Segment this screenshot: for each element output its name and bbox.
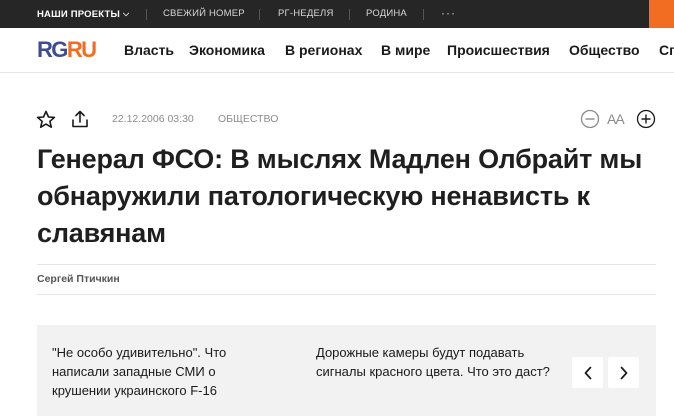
nav-item-incidents[interactable]: Происшествия <box>447 28 550 73</box>
chevron-left-icon <box>584 366 591 379</box>
separator <box>349 9 350 20</box>
nav-item-economy[interactable]: Экономика <box>189 28 265 73</box>
carousel-prev-button[interactable] <box>572 357 603 388</box>
related-news-carousel: "Не особо удивительно". Что написали зап… <box>37 325 656 416</box>
minus-circle-icon[interactable] <box>580 109 600 129</box>
subscribe-button[interactable] <box>649 0 674 28</box>
link-rodina[interactable]: РОДИНА <box>366 0 407 28</box>
top-bar: НАШИ ПРОЕКТЫ ⌵ СВЕЖИЙ НОМЕР РГ-НЕДЕЛЯ РОД… <box>0 0 674 28</box>
chevron-down-icon: ⌵ <box>123 9 130 18</box>
author-link[interactable]: Сергей Птичкин <box>37 273 120 285</box>
chevron-right-icon <box>620 366 627 379</box>
rubric-link[interactable]: ОБЩЕСТВО <box>218 104 278 134</box>
projects-menu[interactable]: НАШИ ПРОЕКТЫ ⌵ <box>37 0 129 28</box>
separator <box>259 9 260 20</box>
font-size-label: AA <box>607 111 625 127</box>
nav-item-regions[interactable]: В регионах <box>285 28 362 73</box>
projects-label: НАШИ ПРОЕКТЫ <box>37 9 121 20</box>
separator <box>423 9 424 20</box>
plus-circle-icon[interactable] <box>636 109 656 129</box>
share-icon[interactable] <box>70 109 90 129</box>
main-nav: RGRU Власть Экономика В регионах В мире … <box>0 28 674 73</box>
nav-item-power[interactable]: Власть <box>124 28 174 73</box>
more-projects-icon[interactable]: ··· <box>441 0 456 28</box>
nav-item-world[interactable]: В мире <box>381 28 430 73</box>
link-fresh-issue[interactable]: СВЕЖИЙ НОМЕР <box>163 0 245 28</box>
related-news-item[interactable]: Дорожные камеры будут подавать сигналы к… <box>316 343 556 381</box>
separator <box>146 9 147 20</box>
related-news-item[interactable]: "Не особо удивительно". Что написали зап… <box>52 343 267 400</box>
publish-date: 22.12.2006 03:30 <box>112 113 194 125</box>
nav-item-society[interactable]: Общество <box>569 28 640 73</box>
article-toolbar: 22.12.2006 03:30 ОБЩЕСТВО AA <box>0 104 674 134</box>
carousel-next-button[interactable] <box>608 357 639 388</box>
divider <box>37 264 656 265</box>
nav-item-sport[interactable]: Сп <box>659 28 674 73</box>
article-title: Генерал ФСО: В мыслях Мадлен Олбрайт мы … <box>37 144 643 248</box>
link-rg-week[interactable]: РГ-НЕДЕЛЯ <box>278 0 334 28</box>
divider <box>37 294 656 295</box>
star-icon[interactable] <box>36 110 56 129</box>
site-logo[interactable]: RGRU <box>37 36 97 64</box>
